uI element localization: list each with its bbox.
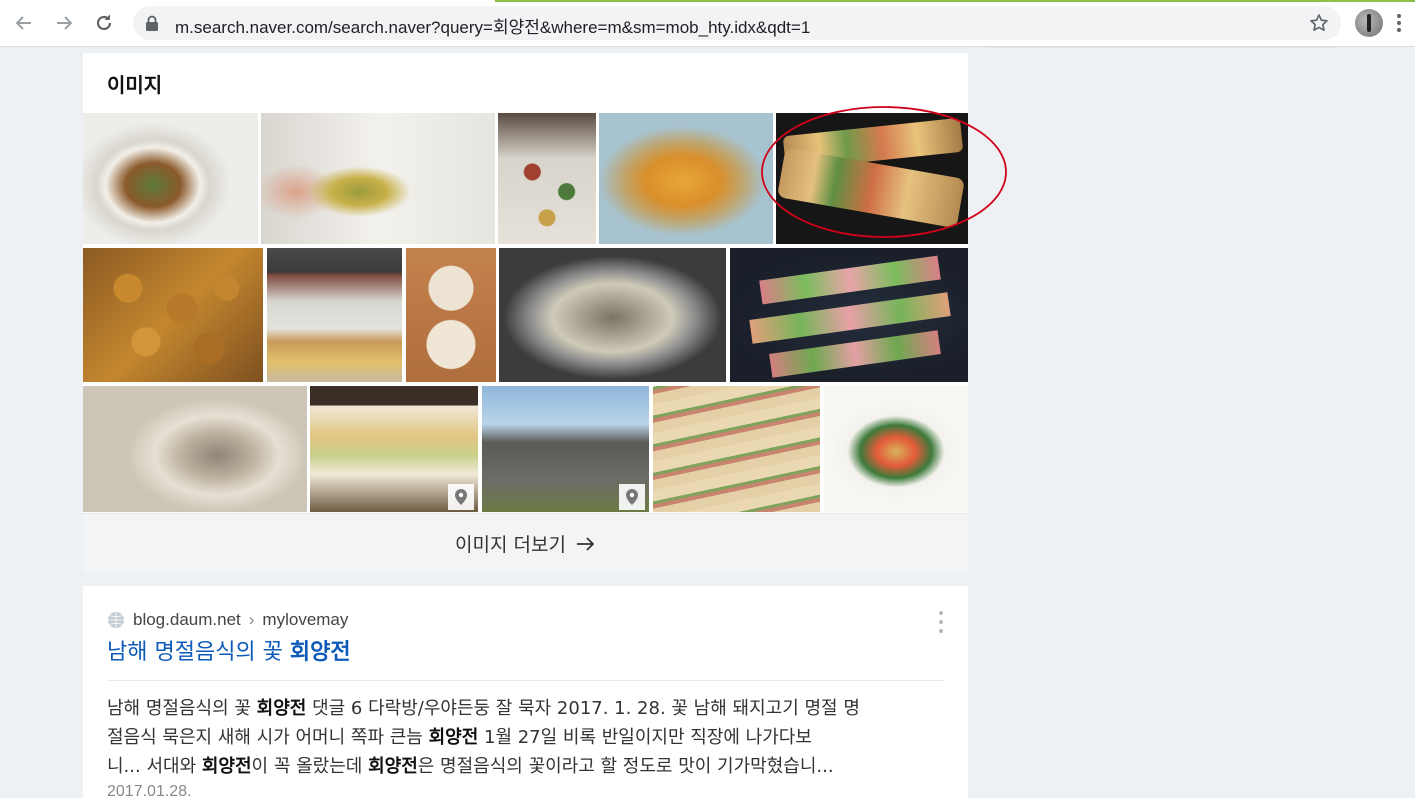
result-title-text: 남해 명절음식의 꽃: [107, 640, 290, 665]
arrow-right-icon: [57, 16, 73, 30]
image-tile[interactable]: [406, 248, 496, 382]
image-tile[interactable]: [83, 248, 263, 382]
result-site: blog.daum.net: [133, 610, 241, 629]
back-button[interactable]: [11, 10, 37, 36]
arrow-left-icon: [15, 16, 31, 30]
kebab-menu-icon[interactable]: [938, 610, 944, 634]
result-title-keyword: 회양전: [289, 640, 351, 665]
section-title: 이미지: [107, 75, 163, 97]
snippet-text: 1월 27일 비록 반일이지만 직장에 나가다보: [478, 727, 812, 748]
image-tile[interactable]: [83, 113, 258, 244]
image-tile[interactable]: [83, 386, 307, 512]
search-result: blog.daum.net › mylovemay 남해 명절음식의 꽃 회양전…: [83, 586, 968, 798]
snippet-text: 이 꼭 올랐는데: [251, 756, 369, 777]
divider: [107, 680, 944, 681]
address-bar[interactable]: m.search.naver.com/search.naver?query=회양…: [133, 6, 1341, 40]
browser-toolbar: m.search.naver.com/search.naver?query=회양…: [0, 0, 1415, 47]
image-tile[interactable]: [776, 113, 968, 244]
snippet-text: 니... 서대와: [107, 756, 202, 777]
snippet-keyword: 회양전: [201, 756, 252, 777]
image-tile[interactable]: [499, 248, 726, 382]
snippet-text: 절음식 묵은지 새해 시가 어머니 쪽파 큰늠: [107, 727, 429, 748]
snippet-keyword: 회양전: [368, 756, 418, 777]
image-tile[interactable]: [599, 113, 773, 244]
image-tile[interactable]: [653, 386, 820, 512]
location-pin-button[interactable]: [448, 484, 474, 510]
reload-button[interactable]: [91, 10, 117, 36]
image-tile[interactable]: [310, 386, 478, 512]
snippet-text: 은 명절음식의 꽃이라고 할 정도로 맛이 기가막혔습니...: [417, 756, 834, 777]
page-load-indicator: [0, 0, 1415, 2]
result-snippet: 남해 명절음식의 꽃 회양전 댓글 6 다락방/우야든둥 잘 묵자 2017. …: [107, 694, 952, 781]
result-date: 2017.01.28.: [107, 783, 192, 798]
snippet-line: 니... 서대와 회양전이 꼭 올랐는데 회양전은 명절음식의 꽃이라고 할 정…: [107, 752, 952, 781]
image-tile[interactable]: [267, 248, 402, 382]
snippet-keyword: 회양전: [256, 698, 307, 719]
snippet-text: 댓글 6 다락방/우야든둥 잘 묵자 2017. 1. 28. 꽃 남해 돼지고…: [306, 698, 860, 719]
snippet-text: 남해 명절음식의 꽃: [107, 698, 257, 719]
image-section: 이미지 이미지 더보기: [83, 53, 1007, 573]
divider: [985, 47, 1336, 48]
image-tile[interactable]: [498, 113, 596, 244]
kebab-menu-icon[interactable]: [1396, 13, 1402, 33]
result-source[interactable]: blog.daum.net › mylovemay: [107, 610, 348, 630]
image-tile[interactable]: [482, 386, 649, 512]
more-images-button[interactable]: 이미지 더보기: [83, 513, 968, 573]
image-tile[interactable]: [730, 248, 968, 382]
result-path: mylovemay: [262, 610, 349, 629]
breadcrumb-separator: ›: [248, 610, 255, 629]
url-text[interactable]: m.search.naver.com/search.naver?query=회양…: [175, 13, 810, 38]
avatar[interactable]: [1355, 9, 1383, 37]
location-pin-icon: [626, 489, 638, 505]
star-icon[interactable]: [1309, 13, 1329, 33]
location-pin-button[interactable]: [619, 484, 645, 510]
globe-icon: [108, 612, 124, 628]
reload-icon: [96, 14, 112, 31]
forward-button[interactable]: [51, 10, 77, 36]
result-title-link[interactable]: 남해 명절음식의 꽃 회양전: [107, 634, 351, 666]
snippet-keyword: 회양전: [428, 727, 479, 748]
location-pin-icon: [455, 489, 467, 505]
lock-icon: [146, 15, 158, 31]
arrow-right-icon: [576, 536, 595, 551]
image-tile[interactable]: [824, 386, 968, 512]
more-images-label: 이미지 더보기: [455, 534, 566, 556]
image-tile[interactable]: [261, 113, 495, 244]
snippet-line: 절음식 묵은지 새해 시가 어머니 쪽파 큰늠 회양전 1월 27일 비록 반일…: [107, 723, 952, 752]
snippet-line: 남해 명절음식의 꽃 회양전 댓글 6 다락방/우야든둥 잘 묵자 2017. …: [107, 694, 952, 723]
